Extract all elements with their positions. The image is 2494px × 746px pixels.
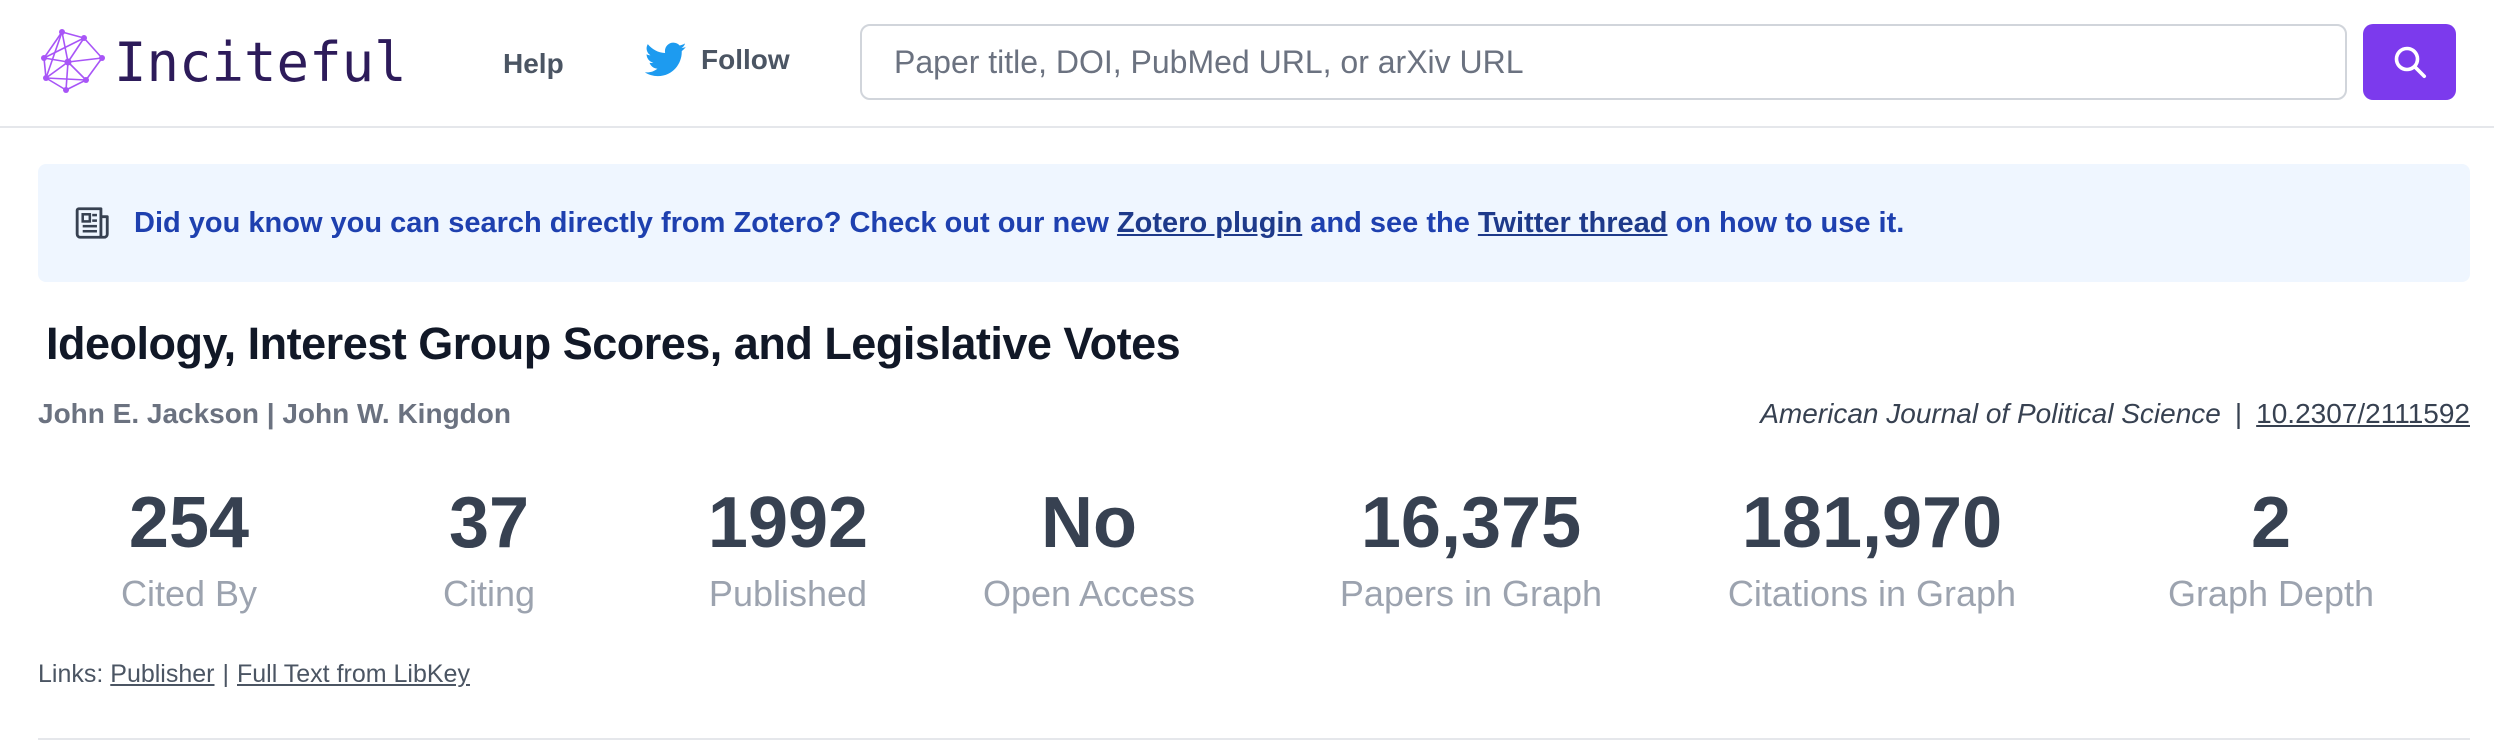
twitter-thread-link[interactable]: Twitter thread — [1478, 207, 1668, 239]
section-divider — [38, 738, 2470, 740]
journal-doi-line: American Journal of Political Science | 10… — [1760, 398, 2470, 430]
stat-value: 181,970 — [1741, 483, 2003, 563]
stat-value: 254 — [128, 483, 250, 563]
stat-value: 16,375 — [1360, 483, 1582, 563]
stat-value: 2 — [2250, 483, 2292, 563]
stat-papers-in-graph: 16,375 Papers in Graph — [1340, 478, 1602, 618]
stat-citing: 37 Citing — [443, 478, 535, 618]
links-separator: | — [222, 660, 230, 688]
stat-graph-depth: 2 Graph Depth — [2168, 478, 2374, 618]
search-button[interactable] — [2363, 24, 2456, 100]
stat-label: Papers in Graph — [1339, 573, 1603, 614]
journal-separator: | — [2234, 398, 2243, 429]
stat-label: Citations in Graph — [1727, 573, 2017, 614]
top-navbar: Inciteful Help Follow — [0, 0, 2494, 128]
stat-cited-by: 254 Cited By — [121, 478, 257, 618]
stat-label: Graph Depth — [2167, 573, 2375, 614]
stat-open-access: No Open Access — [983, 478, 1195, 618]
stat-value: No — [1041, 483, 1137, 563]
paper-title: Ideology, Interest Group Scores, and Leg… — [46, 318, 1181, 369]
stat-published: 1992 Published — [708, 478, 868, 618]
stat-label: Citing — [442, 573, 536, 614]
banner-text-before: Did you know you can search directly fro… — [134, 206, 1117, 239]
publisher-link[interactable]: Publisher — [110, 660, 214, 688]
zotero-announcement-banner: Did you know you can search directly fro… — [38, 164, 2470, 282]
follow-label: Follow — [701, 44, 790, 75]
stat-label: Cited By — [120, 573, 258, 614]
banner-text-after: on how to use it. — [1667, 206, 1905, 239]
help-link[interactable]: Help — [503, 48, 564, 80]
journal-name: American Journal of Political Science — [1760, 398, 2221, 429]
libkey-full-text-link[interactable]: Full Text from LibKey — [237, 660, 470, 688]
banner-text-middle: and see the — [1302, 206, 1478, 239]
paper-links: Links: Publisher | Full Text from LibKey — [38, 660, 470, 689]
banner-message: Did you know you can search directly fro… — [134, 207, 1904, 240]
newspaper-icon — [75, 207, 109, 239]
stat-label: Published — [708, 573, 868, 614]
logo-text: Inciteful — [114, 30, 407, 94]
zotero-plugin-link[interactable]: Zotero plugin — [1117, 207, 1302, 239]
twitter-follow-link[interactable]: Follow — [645, 42, 790, 78]
paper-authors: John E. Jackson | John W. Kingdon — [38, 398, 511, 429]
search-input[interactable] — [860, 24, 2347, 100]
stat-citations-in-graph: 181,970 Citations in Graph — [1728, 478, 2016, 618]
logo-network-icon — [41, 29, 105, 93]
stat-value: 37 — [448, 483, 530, 563]
doi-link[interactable]: 10.2307/2111592 — [2256, 398, 2470, 429]
search-icon — [2394, 46, 2426, 79]
logo-link[interactable]: Inciteful — [38, 26, 407, 98]
stat-value: 1992 — [707, 483, 869, 563]
twitter-icon — [645, 42, 687, 77]
links-prefix: Links: — [38, 660, 104, 688]
stat-label: Open Access — [982, 573, 1196, 614]
